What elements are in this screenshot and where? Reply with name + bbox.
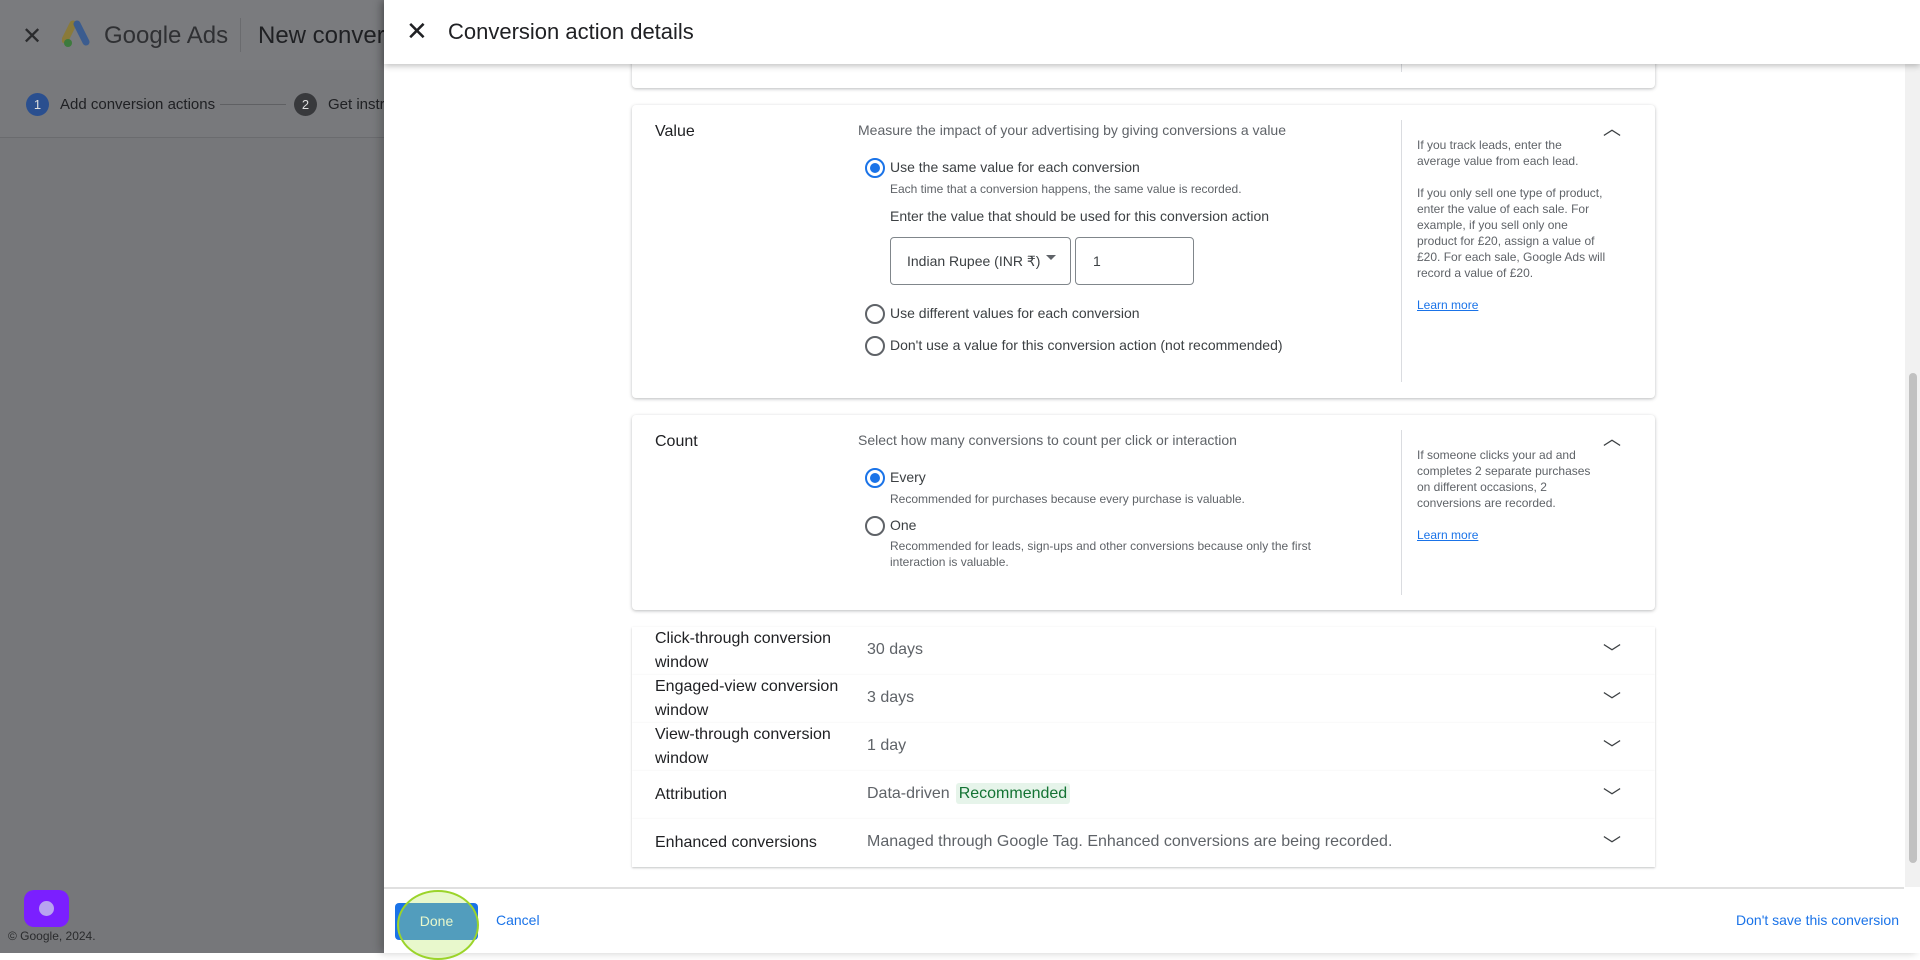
scrollbar[interactable] [1905,64,1920,887]
brand-name: Google Ads [104,22,229,49]
option-label: One [890,517,917,533]
panel-title: Conversion action details [448,19,694,44]
value-input[interactable]: 1 [1075,237,1194,285]
row-value: 3 days [867,689,915,706]
learn-more-link[interactable]: Learn more [1417,528,1478,542]
panel-header: ✕ Conversion action details [384,0,1920,64]
row-attribution[interactable]: Attribution Data-driven Recommended ﹀ [632,771,1655,819]
chevron-up-icon[interactable]: ︿ [1603,425,1621,451]
row-click-through-window[interactable]: Click-through conversion window 30 days … [632,627,1655,675]
chevron-up-icon[interactable]: ︿ [1603,115,1621,141]
chevron-down-icon[interactable]: ﹀ [1603,783,1621,809]
option-label: Don't use a value for this conversion ac… [890,337,1283,353]
radio-every[interactable] [865,468,885,488]
row-value: 30 days [867,641,924,658]
cancel-button[interactable]: Cancel [496,912,540,928]
background-page: ✕ Google Ads New convers 1 Add conversio… [0,0,397,953]
step-number: 1 [26,93,49,116]
row-value: 1 day [867,737,907,754]
help-text: If you track leads, enter the average va… [1417,137,1607,313]
copyright: © Google, 2024. [8,929,96,943]
learn-more-link[interactable]: Learn more [1417,298,1478,312]
option-label: Use the same value for each conversion [890,159,1140,175]
radio-different-values[interactable] [865,304,885,324]
radio-same-value[interactable] [865,158,885,178]
enter-value-prompt: Enter the value that should be used for … [890,208,1270,224]
page-title: New convers [258,22,397,49]
panel-footer: Done Cancel Don't save this conversion [384,887,1904,953]
option-label: Every [890,469,926,485]
chevron-down-icon[interactable]: ﹀ [1603,687,1621,713]
chevron-down-icon[interactable]: ﹀ [1603,735,1621,761]
radio-no-value[interactable] [865,336,885,356]
step-connector [220,104,286,105]
dropdown-arrow-icon [1046,255,1056,260]
value-section: Value Measure the impact of your adverti… [632,105,1655,398]
section-label: Value [655,123,695,140]
close-icon[interactable]: ✕ [22,22,42,51]
help-text: If someone clicks your ad and completes … [1417,447,1607,543]
row-label: Attribution [655,786,728,803]
row-label: Enhanced conversions [655,834,817,851]
step-label: Add conversion actions [60,96,216,113]
assistant-button[interactable] [24,890,69,927]
row-label: View-through conversion window [655,726,831,767]
row-view-through-window[interactable]: View-through conversion window 1 day ﹀ [632,723,1655,771]
section-description: Measure the impact of your advertising b… [858,122,1286,138]
row-value: Managed through Google Tag. Enhanced con… [867,833,1393,850]
background-header: ✕ Google Ads New convers [0,0,397,70]
help-paragraph: If you only sell one type of product, en… [1417,186,1606,280]
row-value: Data-driven [867,785,950,802]
row-engaged-view-window[interactable]: Engaged-view conversion window 3 days ﹀ [632,675,1655,723]
recommended-badge: Recommended [955,783,1071,804]
dont-save-button[interactable]: Don't save this conversion [1736,912,1899,928]
option-label: Use different values for each conversion [890,305,1140,321]
chevron-down-icon[interactable]: ﹀ [1603,831,1621,857]
close-icon[interactable]: ✕ [406,16,428,47]
radio-one[interactable] [865,516,885,536]
step-label: Get instr [328,96,385,113]
row-enhanced-conversions[interactable]: Enhanced conversions Managed through Goo… [632,819,1655,867]
section-label: Count [655,433,698,450]
option-sub: Recommended for purchases because every … [890,492,1245,506]
divider [240,18,241,52]
option-sub: Each time that a conversion happens, the… [890,182,1242,196]
divider [1401,430,1402,595]
google-ads-logo-icon [62,20,90,47]
currency-value: Indian Rupee (INR ₹) [907,253,1041,269]
click-highlight [397,890,479,960]
currency-select[interactable]: Indian Rupee (INR ₹) [890,237,1071,285]
scrollbar-thumb[interactable] [1909,373,1917,863]
chevron-down-icon[interactable]: ﹀ [1603,639,1621,665]
help-paragraph: If you track leads, enter the average va… [1417,138,1579,168]
divider [1401,120,1402,382]
step-number: 2 [294,93,317,116]
section-description: Select how many conversions to count per… [858,432,1237,448]
dot-icon [39,901,54,916]
row-label: Click-through conversion window [655,630,832,671]
help-paragraph: If someone clicks your ad and completes … [1417,448,1591,510]
count-section: Count Select how many conversions to cou… [632,415,1655,610]
option-sub: Recommended for leads, sign-ups and othe… [890,539,1311,569]
row-label: Engaged-view conversion window [655,678,839,719]
conversion-details-panel: ✕ Conversion action details Value Measur… [384,0,1920,953]
